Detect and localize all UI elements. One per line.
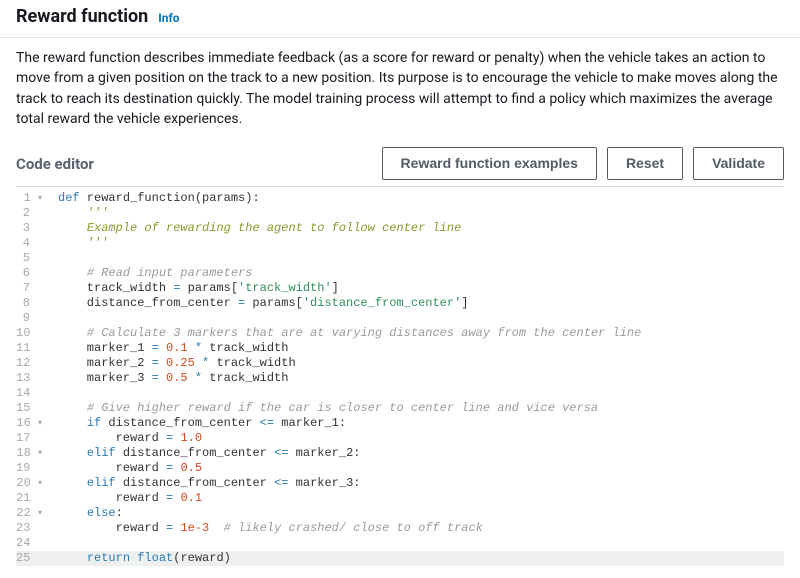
gutter-line: 10 [16, 326, 52, 341]
code-line[interactable]: if distance_from_center <= marker_1: [52, 416, 784, 431]
gutter-line: 5 [16, 251, 52, 266]
code-editor[interactable]: 1 ▾def reward_function(params):2 '''3 Ex… [16, 191, 784, 566]
validate-button[interactable]: Validate [693, 147, 784, 180]
gutter-line: 22 ▾ [16, 506, 52, 521]
editor-label: Code editor [16, 155, 94, 173]
gutter-line: 15 [16, 401, 52, 416]
page-title: Reward function [16, 6, 148, 27]
code-line[interactable]: else: [52, 506, 784, 521]
gutter-line: 1 ▾ [16, 191, 52, 206]
gutter-line: 14 [16, 386, 52, 401]
reset-button[interactable]: Reset [607, 147, 683, 180]
code-line[interactable]: def reward_function(params): [52, 191, 784, 206]
divider [16, 186, 784, 187]
gutter-line: 11 [16, 341, 52, 356]
code-line[interactable] [52, 536, 784, 551]
page-header: Reward function Info [16, 0, 784, 37]
code-line[interactable]: reward = 1.0 [52, 431, 784, 446]
divider [0, 37, 800, 38]
gutter-line: 19 [16, 461, 52, 476]
gutter-line: 20 ▾ [16, 476, 52, 491]
code-line[interactable]: track_width = params['track_width'] [52, 281, 784, 296]
code-line[interactable]: reward = 0.1 [52, 491, 784, 506]
editor-toolbar: Code editor Reward function examples Res… [16, 147, 784, 180]
gutter-line: 25 [16, 551, 52, 566]
code-line[interactable]: # Give higher reward if the car is close… [52, 401, 784, 416]
code-line[interactable]: Example of rewarding the agent to follow… [52, 221, 784, 236]
gutter-line: 9 [16, 311, 52, 326]
code-line[interactable] [52, 251, 784, 266]
gutter-line: 18 ▾ [16, 446, 52, 461]
code-line[interactable]: elif distance_from_center <= marker_3: [52, 476, 784, 491]
gutter-line: 6 [16, 266, 52, 281]
code-line[interactable] [52, 311, 784, 326]
code-line[interactable]: distance_from_center = params['distance_… [52, 296, 784, 311]
gutter-line: 3 [16, 221, 52, 236]
reward-examples-button[interactable]: Reward function examples [382, 147, 597, 180]
code-line[interactable]: reward = 0.5 [52, 461, 784, 476]
code-line[interactable]: marker_3 = 0.5 * track_width [52, 371, 784, 386]
gutter-line: 23 [16, 521, 52, 536]
gutter-line: 12 [16, 356, 52, 371]
gutter-line: 13 [16, 371, 52, 386]
gutter-line: 24 [16, 536, 52, 551]
info-link[interactable]: Info [158, 11, 179, 25]
code-line[interactable]: reward = 1e-3 # likely crashed/ close to… [52, 521, 784, 536]
code-line[interactable] [52, 386, 784, 401]
gutter-line: 4 [16, 236, 52, 251]
gutter-line: 17 [16, 431, 52, 446]
gutter-line: 7 [16, 281, 52, 296]
code-line[interactable]: ''' [52, 206, 784, 221]
gutter-line: 16 ▾ [16, 416, 52, 431]
gutter-line: 8 [16, 296, 52, 311]
gutter-line: 2 [16, 206, 52, 221]
reward-description: The reward function describes immediate … [16, 48, 784, 129]
code-line[interactable]: return float(reward) [52, 551, 784, 566]
code-line[interactable]: # Read input parameters [52, 266, 784, 281]
code-line[interactable]: ''' [52, 236, 784, 251]
gutter-line: 21 [16, 491, 52, 506]
code-line[interactable]: marker_1 = 0.1 * track_width [52, 341, 784, 356]
code-line[interactable]: # Calculate 3 markers that are at varyin… [52, 326, 784, 341]
code-line[interactable]: elif distance_from_center <= marker_2: [52, 446, 784, 461]
code-line[interactable]: marker_2 = 0.25 * track_width [52, 356, 784, 371]
button-group: Reward function examples Reset Validate [382, 147, 784, 180]
